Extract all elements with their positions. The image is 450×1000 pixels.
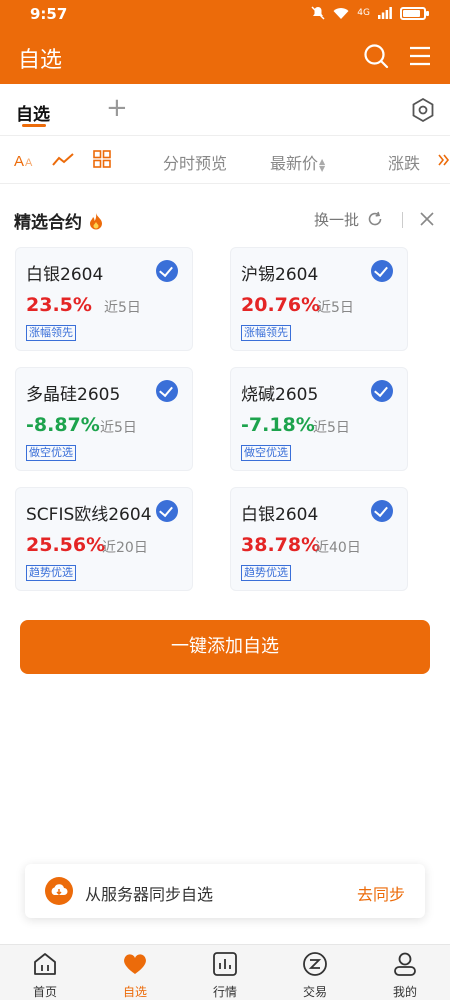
contract-change: -7.18%	[241, 414, 315, 436]
add-all-to-watchlist-button[interactable]: 一键添加自选	[20, 620, 430, 674]
settings-icon[interactable]	[410, 97, 436, 123]
checkmark-icon[interactable]	[371, 260, 393, 282]
contract-name: 多晶硅2605	[26, 385, 121, 405]
nav-trade-label: 交易	[302, 985, 327, 999]
refresh-icon	[368, 211, 382, 226]
nav-watchlist[interactable]: 自选	[90, 945, 180, 1000]
chart-icon	[213, 952, 237, 976]
contract-name: 烧碱2605	[241, 385, 319, 405]
home-icon	[34, 953, 56, 975]
page-title: 自选	[18, 48, 63, 73]
column-change-label: 涨跌	[388, 154, 421, 173]
contract-period: 近5日	[100, 420, 137, 436]
nav-market-label: 行情	[212, 985, 237, 999]
trend-line-icon[interactable]	[52, 150, 74, 170]
checkmark-icon[interactable]	[371, 380, 393, 402]
nav-profile[interactable]: 我的	[360, 945, 450, 1000]
double-chevron-right-icon[interactable]	[438, 154, 450, 166]
column-latest-price-label: 最新价	[270, 154, 319, 173]
checkmark-icon[interactable]	[156, 500, 178, 522]
wifi-icon	[333, 7, 349, 19]
contract-tag: 涨幅领先	[241, 325, 291, 341]
nav-profile-label: 我的	[392, 985, 417, 999]
contract-card[interactable]: 沪锡2604 20.76% 近5日 涨幅领先	[230, 247, 408, 351]
nav-home-label: 首页	[32, 985, 57, 999]
menu-icon[interactable]	[406, 42, 434, 70]
checkmark-icon[interactable]	[156, 260, 178, 282]
contract-name: 白银2604	[26, 265, 104, 285]
status-bar: 9:57 4G	[0, 0, 450, 28]
app-bar: 自选	[0, 28, 450, 84]
contract-change: 25.56%	[26, 534, 106, 556]
contract-period: 近40日	[315, 540, 361, 556]
font-size-icon[interactable]: AA	[14, 150, 38, 170]
heart-icon	[124, 954, 146, 974]
contract-tag: 趋势优选	[26, 565, 76, 581]
contract-card[interactable]: 白银2604 23.5% 近5日 涨幅领先	[15, 247, 193, 351]
contract-tag: 涨幅领先	[26, 325, 76, 341]
status-time: 9:57	[30, 5, 68, 23]
tab-underline	[22, 124, 46, 127]
signal-icon	[378, 7, 392, 19]
column-change[interactable]: 涨跌	[388, 150, 420, 174]
sync-action-link[interactable]: 去同步	[357, 881, 405, 905]
mute-icon	[311, 6, 325, 20]
column-intraday-preview[interactable]: 分时预览	[163, 150, 227, 174]
bottom-nav: 首页 自选 行情 交易 我的	[0, 944, 450, 1000]
contract-change: -8.87%	[26, 414, 100, 436]
sort-icon: ▲ ▼	[319, 156, 326, 173]
cloud-glyph	[51, 884, 68, 896]
contract-change: 20.76%	[241, 294, 321, 316]
divider	[402, 212, 403, 228]
contract-tag: 做空优选	[26, 445, 76, 461]
contract-card[interactable]: SCFIS欧线2604 25.56% 近20日 趋势优选	[15, 487, 193, 591]
refresh-label: 换一批	[314, 211, 360, 229]
refresh-button[interactable]: 换一批	[314, 209, 383, 230]
svg-text:A: A	[25, 157, 33, 169]
checkmark-icon[interactable]	[371, 500, 393, 522]
close-icon[interactable]	[418, 210, 436, 228]
contract-name: 白银2604	[241, 505, 319, 525]
status-icons: 4G	[311, 6, 429, 20]
contract-card[interactable]: 白银2604 38.78% 近40日 趋势优选	[230, 487, 408, 591]
contract-tag: 趋势优选	[241, 565, 291, 581]
column-toolbar: AA 分时预览 最新价▲ ▼ 涨跌	[0, 136, 450, 184]
sync-banner[interactable]: 从服务器同步自选 去同步	[25, 864, 425, 918]
add-tab-button[interactable]: +	[106, 95, 128, 121]
nav-watchlist-label: 自选	[122, 985, 147, 999]
tab-watchlist[interactable]: 自选	[16, 100, 50, 125]
contract-period: 近5日	[104, 300, 141, 316]
contract-tag: 做空优选	[241, 445, 291, 461]
featured-contracts-header: 精选合约	[14, 208, 104, 233]
contract-card[interactable]: 烧碱2605 -7.18% 近5日 做空优选	[230, 367, 408, 471]
contract-name: 沪锡2604	[241, 265, 319, 285]
contract-change: 23.5%	[26, 294, 92, 316]
profile-icon	[394, 952, 416, 976]
nav-market[interactable]: 行情	[180, 945, 270, 1000]
contract-change: 38.78%	[241, 534, 321, 556]
checkmark-icon[interactable]	[156, 380, 178, 402]
nav-home[interactable]: 首页	[0, 945, 90, 1000]
watchlist-tabs: 自选 +	[0, 84, 450, 136]
contract-name: SCFIS欧线2604	[26, 505, 152, 525]
sync-text: 从服务器同步自选	[85, 885, 214, 904]
battery-icon	[400, 6, 429, 20]
trade-icon	[303, 952, 327, 976]
grid-view-icon[interactable]	[93, 150, 111, 168]
column-latest-price[interactable]: 最新价▲ ▼	[270, 150, 325, 174]
fire-icon	[89, 213, 102, 230]
contract-card[interactable]: 多晶硅2605 -8.87% 近5日 做空优选	[15, 367, 193, 471]
contract-period: 近5日	[317, 300, 354, 316]
contract-period: 近5日	[313, 420, 350, 436]
network-type: 4G	[357, 8, 370, 18]
section-title: 精选合约	[14, 213, 82, 233]
contract-period: 近20日	[102, 540, 148, 556]
svg-text:A: A	[14, 153, 24, 170]
cloud-sync-icon	[45, 877, 73, 905]
search-icon[interactable]	[362, 42, 390, 70]
nav-trade[interactable]: 交易	[270, 945, 360, 1000]
